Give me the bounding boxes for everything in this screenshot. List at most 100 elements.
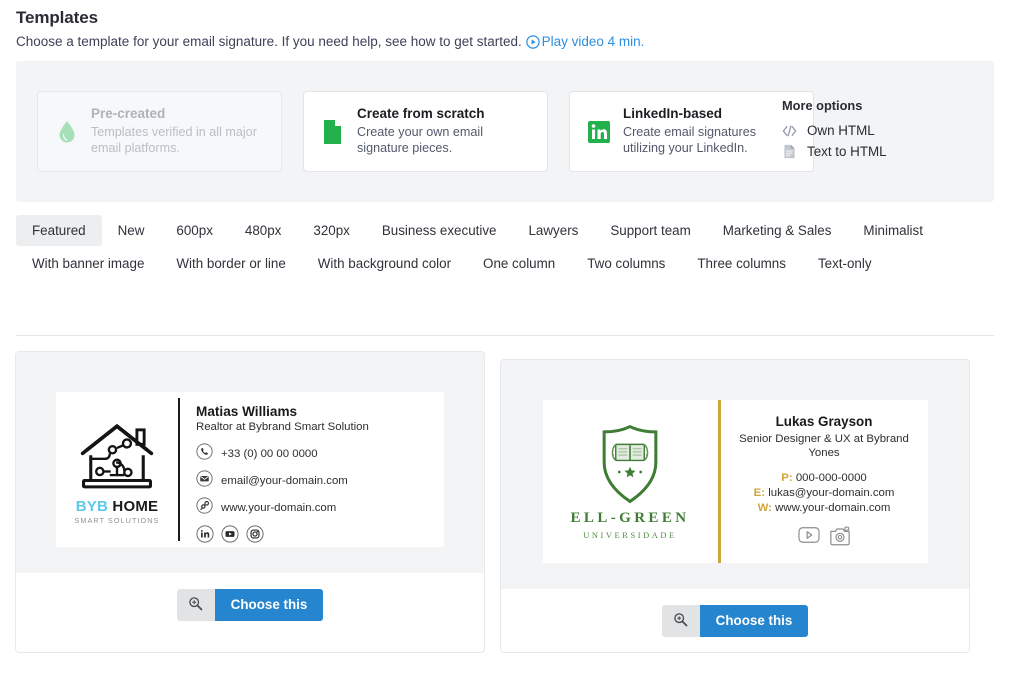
logo-word-b: HOME xyxy=(108,497,159,515)
option-card-text: Pre-created Templates verified in all ma… xyxy=(91,106,267,156)
logo-tagline: SMART SOLUTIONS xyxy=(74,515,160,525)
choose-this-button[interactable]: Choose this xyxy=(214,588,324,621)
tab-600px[interactable]: 600px xyxy=(160,215,228,246)
shield-book-logo: ELL-GREEN UNIVERSIDADE xyxy=(543,400,718,563)
tab-featured[interactable]: Featured xyxy=(16,215,102,246)
signature-details: Matias Williams Realtor at Bybrand Smart… xyxy=(180,392,369,547)
contact-row-website: www.your-domain.com xyxy=(196,497,369,519)
code-icon xyxy=(782,125,797,137)
signature-details: Lukas Grayson Senior Designer & UX at By… xyxy=(721,400,928,563)
linkedin-icon[interactable] xyxy=(196,525,214,548)
link-icon xyxy=(196,497,213,519)
magnifier-plus-icon xyxy=(673,612,688,630)
templates-page: Templates Choose a template for your ema… xyxy=(0,0,1010,674)
play-video-label: Play video 4 min. xyxy=(541,34,645,49)
tab-480px[interactable]: 480px xyxy=(229,215,297,246)
instagram-icon[interactable] xyxy=(246,525,264,548)
option-card-title: Pre-created xyxy=(91,106,166,122)
signature-social-links xyxy=(196,525,369,548)
logo-wordmark: BYB HOME SMART SOLUTIONS xyxy=(75,498,160,525)
contact-text: +33 (0) 00 00 0000 xyxy=(221,448,318,460)
contact-text: lukas@your-domain.com xyxy=(768,486,895,499)
option-card-title: Create from scratch xyxy=(357,106,485,122)
tab-one-column[interactable]: One column xyxy=(467,248,571,279)
logo-wordmark: ELL-GREEN xyxy=(570,510,690,526)
tab-with-banner-image[interactable]: With banner image xyxy=(16,248,160,279)
logo-tagline: UNIVERSIDADE xyxy=(583,531,677,540)
page-subtitle-text: Choose a template for your email signatu… xyxy=(16,34,522,49)
contact-text: email@your-domain.com xyxy=(221,475,348,487)
option-card-linkedin-based[interactable]: LinkedIn-based Create email signatures u… xyxy=(569,91,814,172)
contact-row-email: email@your-domain.com xyxy=(196,470,369,492)
logo-word-a: BYB xyxy=(75,497,109,515)
more-options-title: More options xyxy=(782,98,863,113)
envelope-icon xyxy=(196,470,213,492)
play-circle-icon xyxy=(525,35,540,54)
option-card-create-from-scratch[interactable]: Create from scratch Create your own emai… xyxy=(303,91,548,172)
house-circuit-logo: BYB HOME SMART SOLUTIONS xyxy=(56,392,178,547)
option-card-text: Create from scratch Create your own emai… xyxy=(357,106,533,156)
tab-lawyers[interactable]: Lawyers xyxy=(512,215,594,246)
option-card-desc: Templates verified in all major email pl… xyxy=(91,125,257,155)
tab-business-executive[interactable]: Business executive xyxy=(366,215,513,246)
youtube-icon[interactable] xyxy=(797,525,820,551)
template-card-matias-williams[interactable]: BYB HOME SMART SOLUTIONS Matias Williams… xyxy=(15,351,485,653)
more-options-group: More options Own HTML Text to HTML xyxy=(782,98,887,165)
option-card-pre-created[interactable]: Pre-created Templates verified in all ma… xyxy=(37,91,282,172)
contact-row-website: W: www.your-domain.com xyxy=(729,502,920,514)
tab-support-team[interactable]: Support team xyxy=(594,215,706,246)
signature-preview-1: BYB HOME SMART SOLUTIONS Matias Williams… xyxy=(56,392,444,547)
more-option-label: Own HTML xyxy=(807,123,875,138)
page-title: Templates xyxy=(16,8,98,27)
contact-key: W: xyxy=(757,501,772,514)
template-preview: BYB HOME SMART SOLUTIONS Matias Williams… xyxy=(16,352,484,573)
option-card-title: LinkedIn-based xyxy=(623,106,723,122)
youtube-icon[interactable] xyxy=(221,525,239,548)
tab-with-border-or-line[interactable]: With border or line xyxy=(160,248,301,279)
instagram-icon[interactable] xyxy=(829,525,851,551)
file-text-icon xyxy=(782,144,797,159)
contact-text: 000-000-0000 xyxy=(795,471,867,484)
page-header: Templates Choose a template for your ema… xyxy=(0,0,1010,54)
play-video-link[interactable]: Play video 4 min. xyxy=(525,34,645,49)
signature-name: Lukas Grayson xyxy=(775,414,873,429)
contact-text: www.your-domain.com xyxy=(775,501,891,514)
tab-text-only[interactable]: Text-only xyxy=(802,248,888,279)
tab-new[interactable]: New xyxy=(102,215,161,246)
tab-320px[interactable]: 320px xyxy=(297,215,365,246)
tab-marketing-sales[interactable]: Marketing & Sales xyxy=(707,215,848,246)
phone-icon xyxy=(196,443,213,465)
document-green-icon xyxy=(320,119,346,145)
magnifier-plus-icon xyxy=(188,596,203,614)
option-card-desc: Create your own email signature pieces. xyxy=(357,125,483,155)
signature-preview-2: ELL-GREEN UNIVERSIDADE Lukas Grayson Sen… xyxy=(542,400,928,563)
choose-this-button[interactable]: Choose this xyxy=(699,604,809,637)
template-preview: ELL-GREEN UNIVERSIDADE Lukas Grayson Sen… xyxy=(501,360,969,589)
preview-zoom-button[interactable] xyxy=(661,604,700,637)
contact-text: www.your-domain.com xyxy=(221,502,337,514)
contact-key: E: xyxy=(753,486,766,499)
contact-key: P: xyxy=(781,471,793,484)
linkedin-icon xyxy=(586,120,612,144)
contact-row-email: E: lukas@your-domain.com xyxy=(729,487,920,499)
contact-row-phone: +33 (0) 00 00 0000 xyxy=(196,443,369,465)
section-divider xyxy=(16,335,994,336)
template-card-actions: Choose this xyxy=(16,573,484,636)
creation-options-cards: Pre-created Templates verified in all ma… xyxy=(37,91,814,172)
tab-two-columns[interactable]: Two columns xyxy=(571,248,681,279)
signature-role: Realtor at Bybrand Smart Solution xyxy=(196,421,369,433)
option-card-text: LinkedIn-based Create email signatures u… xyxy=(623,106,799,156)
more-option-own-html[interactable]: Own HTML xyxy=(782,123,887,138)
template-grid: BYB HOME SMART SOLUTIONS Matias Williams… xyxy=(15,351,995,653)
contact-row-phone: P: 000-000-0000 xyxy=(729,472,920,484)
signature-social-links xyxy=(729,525,920,551)
page-subtitle: Choose a template for your email signatu… xyxy=(16,33,1010,54)
template-card-lukas-grayson[interactable]: ELL-GREEN UNIVERSIDADE Lukas Grayson Sen… xyxy=(500,359,970,653)
creation-options-panel: Pre-created Templates verified in all ma… xyxy=(16,61,994,202)
more-option-text-to-html[interactable]: Text to HTML xyxy=(782,144,887,159)
tab-minimalist[interactable]: Minimalist xyxy=(847,215,939,246)
tab-three-columns[interactable]: Three columns xyxy=(681,248,802,279)
preview-zoom-button[interactable] xyxy=(176,588,215,621)
tab-with-background-color[interactable]: With background color xyxy=(302,248,467,279)
template-card-actions: Choose this xyxy=(501,589,969,652)
